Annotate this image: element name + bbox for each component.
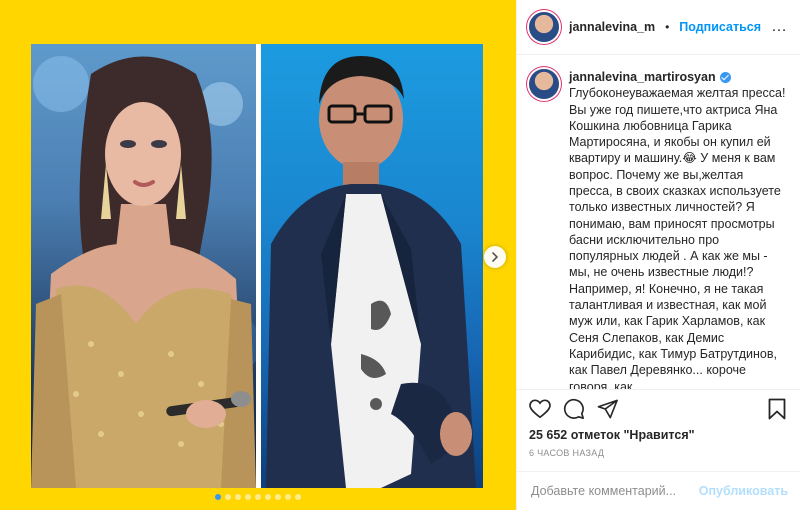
photo-man: [261, 44, 483, 488]
heart-icon: [529, 399, 551, 418]
caption: jannalevina_martirosyan Глубоконеуважаем…: [569, 69, 788, 389]
post-sidebar: jannalevina_martirosyan • Подписаться … …: [516, 0, 800, 510]
like-button[interactable]: [529, 398, 551, 420]
post-media: [0, 0, 516, 510]
comment-form: Опубликовать: [517, 470, 800, 510]
carousel-dot: [245, 494, 251, 500]
carousel-dot: [235, 494, 241, 500]
verified-badge-icon: [719, 71, 731, 83]
next-slide-button[interactable]: [484, 246, 506, 268]
comment-icon: [563, 398, 584, 419]
carousel-dot: [295, 494, 301, 500]
carousel-dot: [215, 494, 221, 500]
separator-dot: •: [665, 19, 670, 34]
carousel-dot: [255, 494, 261, 500]
caption-username[interactable]: jannalevina_martirosyan: [569, 69, 716, 85]
photo-actress: [31, 44, 256, 488]
carousel-dot: [285, 494, 291, 500]
carousel-dot: [275, 494, 281, 500]
man-illustration: [266, 56, 476, 488]
header-username[interactable]: jannalevina_martirosyan: [569, 20, 655, 34]
comment-button[interactable]: [563, 398, 585, 420]
carousel-dot: [265, 494, 271, 500]
actress-illustration: [31, 56, 256, 488]
action-bar: [517, 388, 800, 428]
caption-avatar[interactable]: [529, 68, 559, 99]
comment-input[interactable]: [529, 482, 699, 499]
post-timestamp: 6 ЧАСОВ НАЗАД: [529, 447, 605, 458]
avatar[interactable]: [529, 11, 559, 42]
more-options-icon[interactable]: …: [771, 18, 788, 36]
save-button[interactable]: [766, 398, 788, 420]
caption-area: jannalevina_martirosyan Глубоконеуважаем…: [517, 55, 800, 389]
chevron-right-icon: [492, 252, 499, 262]
caption-body: Глубоконеуважаемая желтая пресса! Вы уже…: [569, 86, 786, 389]
share-button[interactable]: [597, 398, 619, 420]
instagram-post: jannalevina_martirosyan • Подписаться … …: [0, 0, 800, 510]
carousel-indicator: [0, 494, 516, 500]
carousel-dot: [225, 494, 231, 500]
follow-button[interactable]: Подписаться: [679, 20, 761, 34]
bookmark-icon: [768, 398, 786, 420]
paper-plane-icon: [597, 399, 618, 419]
caption-user: jannalevina_martirosyan: [569, 69, 731, 85]
post-header: jannalevina_martirosyan • Подписаться …: [517, 0, 800, 55]
likes-count[interactable]: 25 652 отметок "Нравится": [517, 428, 800, 442]
publish-button[interactable]: Опубликовать: [699, 484, 788, 498]
